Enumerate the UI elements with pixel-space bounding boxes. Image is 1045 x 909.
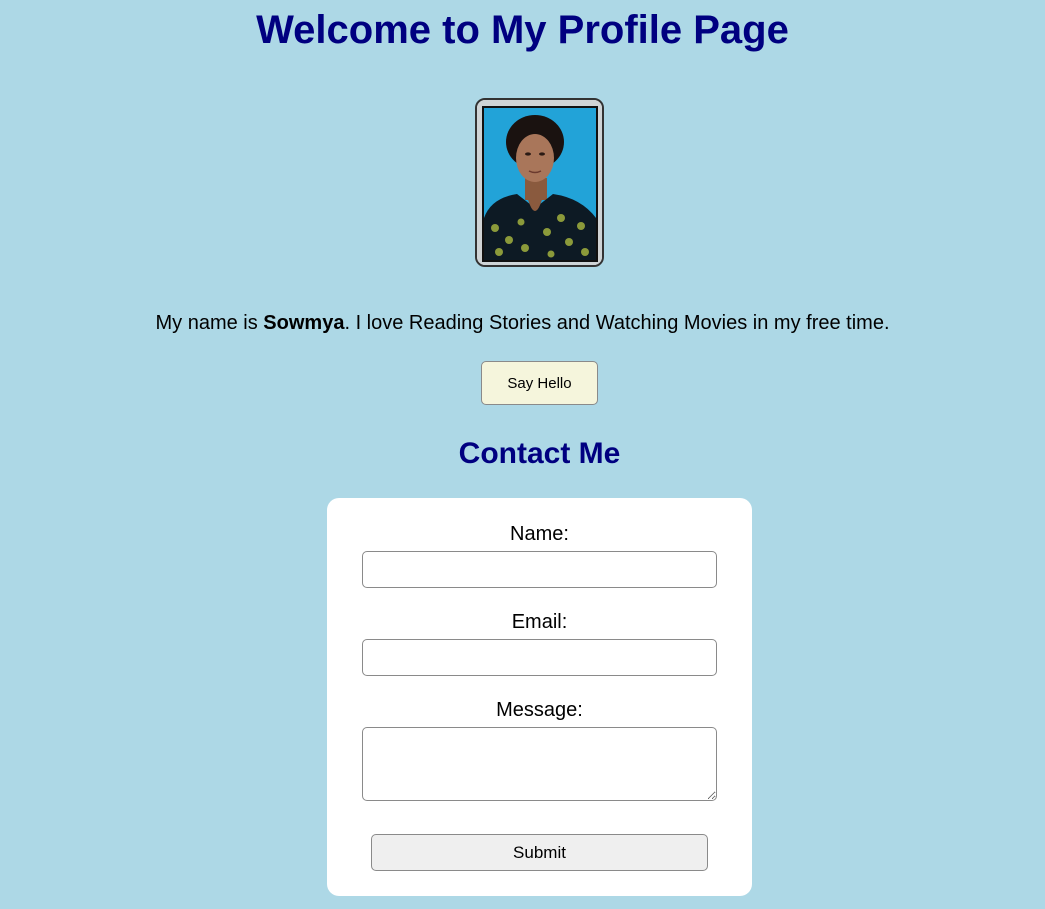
- submit-button[interactable]: Submit: [371, 834, 708, 871]
- intro-prefix: My name is: [155, 312, 264, 334]
- profile-name: Sowmya: [263, 312, 345, 334]
- say-hello-button[interactable]: Say Hello: [481, 361, 598, 405]
- profile-photo-illustration: [477, 100, 602, 265]
- contact-form: Name: Email: Message: Submit: [327, 498, 752, 896]
- profile-photo: [475, 98, 604, 267]
- intro-suffix: . I love Reading Stories and Watching Mo…: [344, 312, 890, 334]
- profile-intro: My name is Sowmya. I love Reading Storie…: [0, 311, 1045, 335]
- page-title: Welcome to My Profile Page: [256, 8, 789, 52]
- message-field[interactable]: [362, 727, 717, 801]
- name-label: Name:: [510, 523, 569, 545]
- message-label: Message:: [496, 699, 583, 721]
- email-label: Email:: [511, 611, 568, 633]
- email-field[interactable]: [362, 639, 717, 676]
- contact-heading: Contact Me: [458, 437, 621, 470]
- name-field[interactable]: [362, 551, 717, 588]
